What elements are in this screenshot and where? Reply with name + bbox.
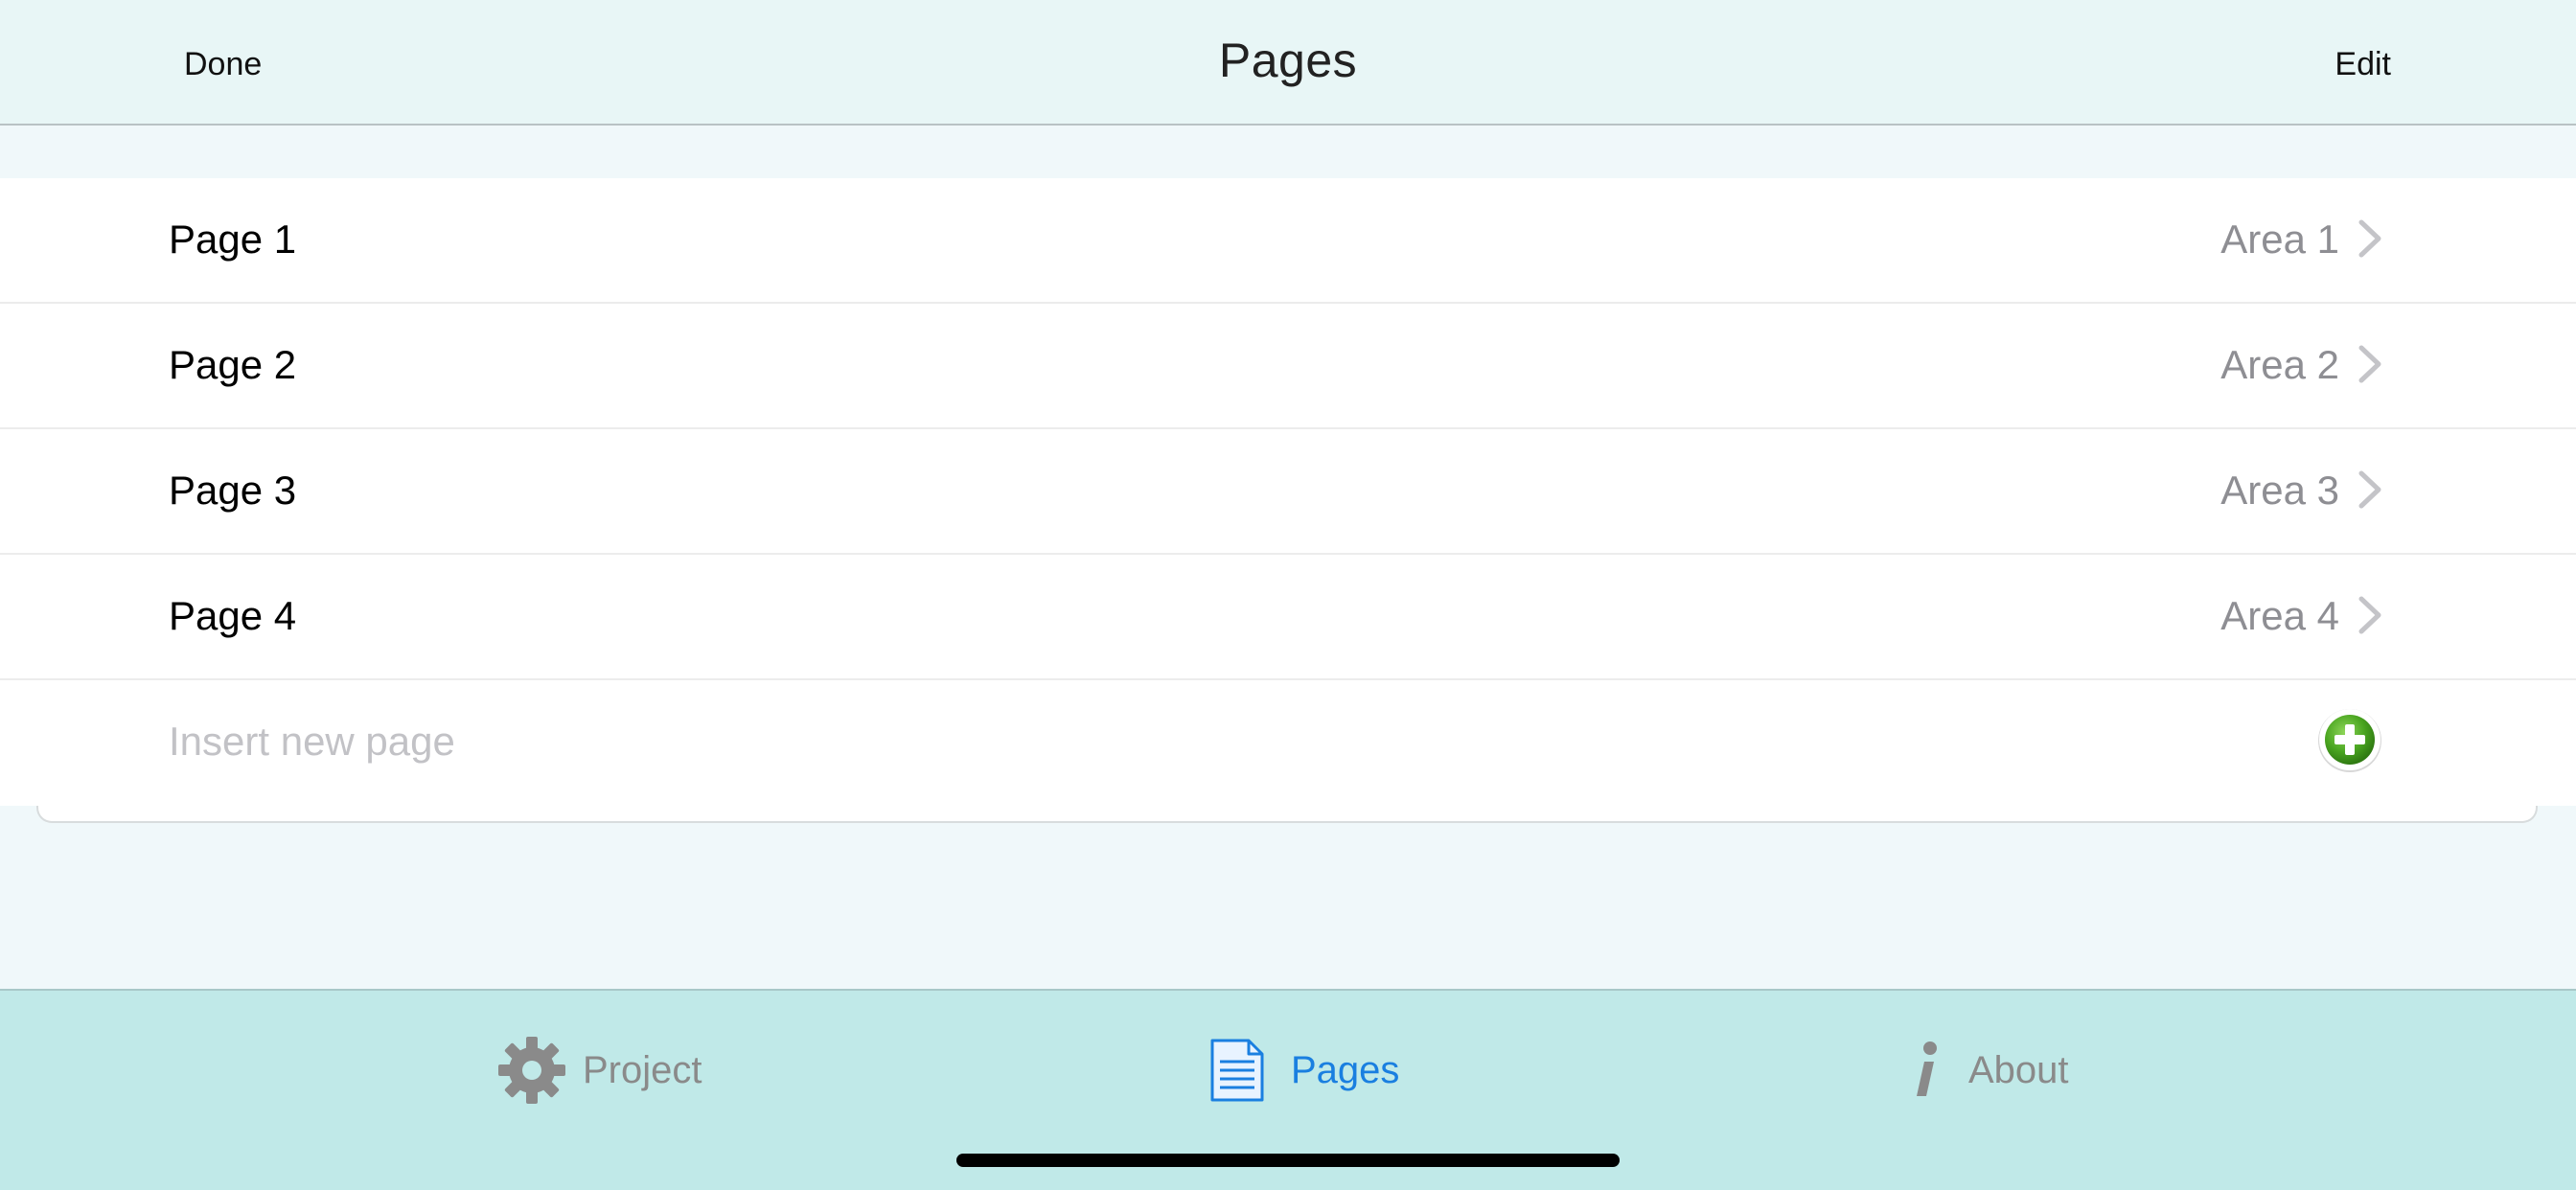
insert-page-input[interactable]: Insert new page [169,719,455,765]
chevron-right-icon [2358,345,2381,383]
page-title-label: Page 3 [169,468,297,513]
tab-pages[interactable]: Pages [1207,1029,1399,1111]
page-title: Pages [1218,34,1358,87]
chevron-right-icon [2358,219,2381,258]
info-icon [1917,1041,1937,1096]
page-area-label: Area 1 [2220,217,2339,262]
page-title-label: Page 4 [169,593,297,638]
pages-list: Page 1 Area 1 Page 2 Area 2 Page 3 Area … [0,178,2576,806]
add-circle-icon[interactable] [2315,705,2384,774]
page-row-3[interactable]: Page 3 Area 3 [0,429,2576,555]
chevron-right-icon [2358,470,2381,509]
page-area-label: Area 2 [2220,342,2339,387]
page-title-label: Page 2 [169,342,297,387]
page-row-4[interactable]: Page 4 Area 4 [0,555,2576,680]
home-indicator [956,1154,1620,1167]
chevron-right-icon [2358,596,2381,634]
document-icon [1210,1039,1264,1102]
navigation-bar: Done Pages Edit [0,0,2576,126]
page-area-label: Area 4 [2220,593,2339,638]
tab-about-label: About [1968,1048,2069,1091]
page-title-label: Page 1 [169,217,297,262]
edit-button[interactable]: Edit [2334,46,2391,83]
gear-icon [498,1037,565,1104]
insert-page-row: Insert new page [0,680,2576,806]
tab-project[interactable]: Project [496,1029,702,1111]
tab-about[interactable]: About [1907,1029,2069,1111]
tab-pages-label: Pages [1291,1048,1400,1091]
page-row-2[interactable]: Page 2 Area 2 [0,304,2576,429]
page-row-1[interactable]: Page 1 Area 1 [0,178,2576,304]
tab-project-label: Project [583,1048,702,1091]
page-area-label: Area 3 [2220,468,2339,513]
